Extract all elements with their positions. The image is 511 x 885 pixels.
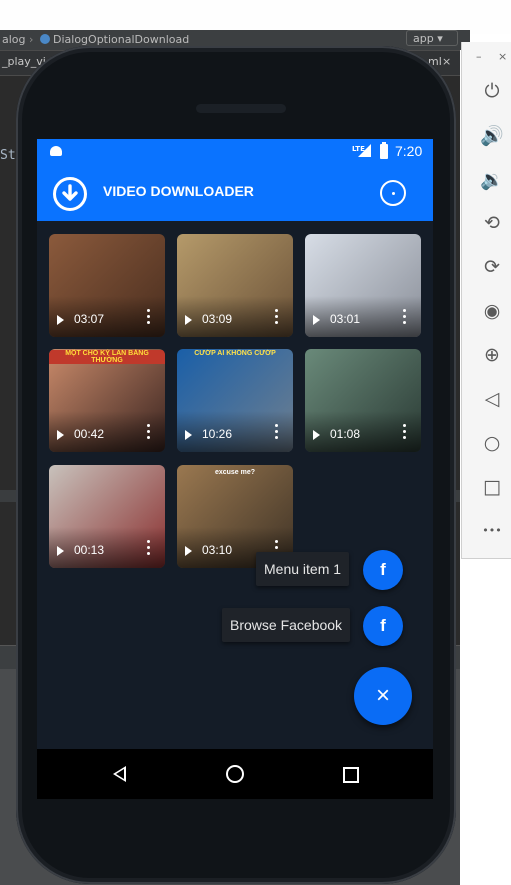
app-title: VIDEO DOWNLOADER (103, 183, 254, 199)
rotate-right-icon[interactable]: ⟳ (472, 252, 511, 282)
video-duration: 00:13 (74, 543, 105, 557)
play-icon[interactable] (185, 315, 192, 325)
chevron-down-icon: ▾ (437, 32, 443, 45)
code-text: St (0, 148, 16, 163)
facebook-icon[interactable]: f (363, 606, 403, 646)
more-vert-icon[interactable] (401, 424, 407, 442)
video-duration: 01:08 (330, 427, 361, 441)
video-thumbnail[interactable]: 00:13 (49, 465, 165, 568)
more-vert-icon[interactable] (145, 424, 151, 442)
volume-up-icon[interactable]: 🔊 (472, 120, 511, 150)
zoom-icon[interactable]: ⊕ (472, 340, 511, 370)
close-icon[interactable]: × (498, 50, 507, 63)
play-icon[interactable] (313, 315, 320, 325)
app-bar: VIDEO DOWNLOADER (37, 165, 433, 221)
video-thumbnail[interactable]: 03:01 (305, 234, 421, 337)
play-icon[interactable] (185, 546, 192, 556)
more-icon[interactable]: ••• (472, 515, 511, 545)
recents-icon[interactable] (343, 767, 359, 783)
play-icon[interactable] (57, 315, 64, 325)
play-icon[interactable] (57, 546, 64, 556)
power-icon[interactable]: ⏻ (472, 76, 511, 106)
more-vert-icon[interactable] (273, 424, 279, 442)
status-bar: LTE 7:20 (37, 139, 433, 165)
settings-icon[interactable] (380, 180, 406, 206)
ide-breadcrumb-item[interactable]: alog › (2, 30, 33, 50)
home-icon[interactable]: ○ (472, 428, 511, 458)
play-icon[interactable] (313, 430, 320, 440)
video-thumbnail[interactable]: MỘT CHÓ KỲ LAN BÁNG THƯỜNG 00:42 (49, 349, 165, 452)
android-icon (50, 146, 62, 156)
device-screen[interactable]: LTE 7:20 VIDEO DOWNLOADER 03:07 03:09 03:0… (37, 139, 433, 799)
video-thumbnail[interactable]: 01:08 (305, 349, 421, 452)
video-thumbnail[interactable]: 03:09 (177, 234, 293, 337)
battery-icon (380, 142, 388, 159)
class-icon (40, 34, 50, 44)
fab-menu-item-label[interactable]: Menu item 1 (256, 552, 350, 586)
home-icon[interactable] (226, 765, 244, 783)
video-duration: 00:42 (74, 427, 105, 441)
minimize-icon[interactable]: – (476, 50, 482, 63)
more-vert-icon[interactable] (145, 540, 151, 558)
video-duration: 03:09 (202, 312, 233, 326)
more-vert-icon[interactable] (145, 309, 151, 327)
back-icon[interactable]: ◁ (472, 384, 511, 414)
close-icon[interactable]: × (442, 55, 451, 68)
video-duration: 10:26 (202, 427, 233, 441)
rotate-left-icon[interactable]: ⟲ (472, 208, 511, 238)
network-type: LTE (352, 145, 365, 153)
thumbnail-caption: excuse me? (214, 469, 256, 476)
thumbnail-caption: CƯỚP AI KHÔNG CƯỚP (194, 350, 276, 357)
ide-toolbar (0, 0, 511, 34)
video-thumbnail[interactable]: CƯỚP AI KHÔNG CƯỚP 10:26 (177, 349, 293, 452)
camera-icon[interactable]: ◉ (472, 296, 511, 326)
more-vert-icon[interactable] (401, 309, 407, 327)
play-icon[interactable] (57, 430, 64, 440)
video-duration: 03:10 (202, 543, 233, 557)
volume-down-icon[interactable]: 🔉 (472, 164, 511, 194)
speaker-grille (196, 104, 286, 113)
download-icon[interactable] (53, 177, 87, 211)
navigation-bar (37, 749, 433, 799)
fab-browse-facebook-label[interactable]: Browse Facebook (222, 608, 351, 642)
thumbnail-caption: MỘT CHÓ KỲ LAN BÁNG THƯỜNG (49, 350, 165, 364)
video-thumbnail[interactable]: 03:07 (49, 234, 165, 337)
play-icon[interactable] (185, 430, 192, 440)
video-duration: 03:01 (330, 312, 361, 326)
back-icon-inner (116, 769, 124, 779)
video-duration: 03:07 (74, 312, 105, 326)
status-time: 7:20 (395, 143, 423, 159)
more-vert-icon[interactable] (273, 309, 279, 327)
facebook-icon[interactable]: f (363, 550, 403, 590)
overview-icon[interactable]: □ (472, 472, 511, 502)
fab-close-button[interactable]: × (354, 667, 412, 725)
run-config-select[interactable]: app ▾ (406, 30, 458, 46)
